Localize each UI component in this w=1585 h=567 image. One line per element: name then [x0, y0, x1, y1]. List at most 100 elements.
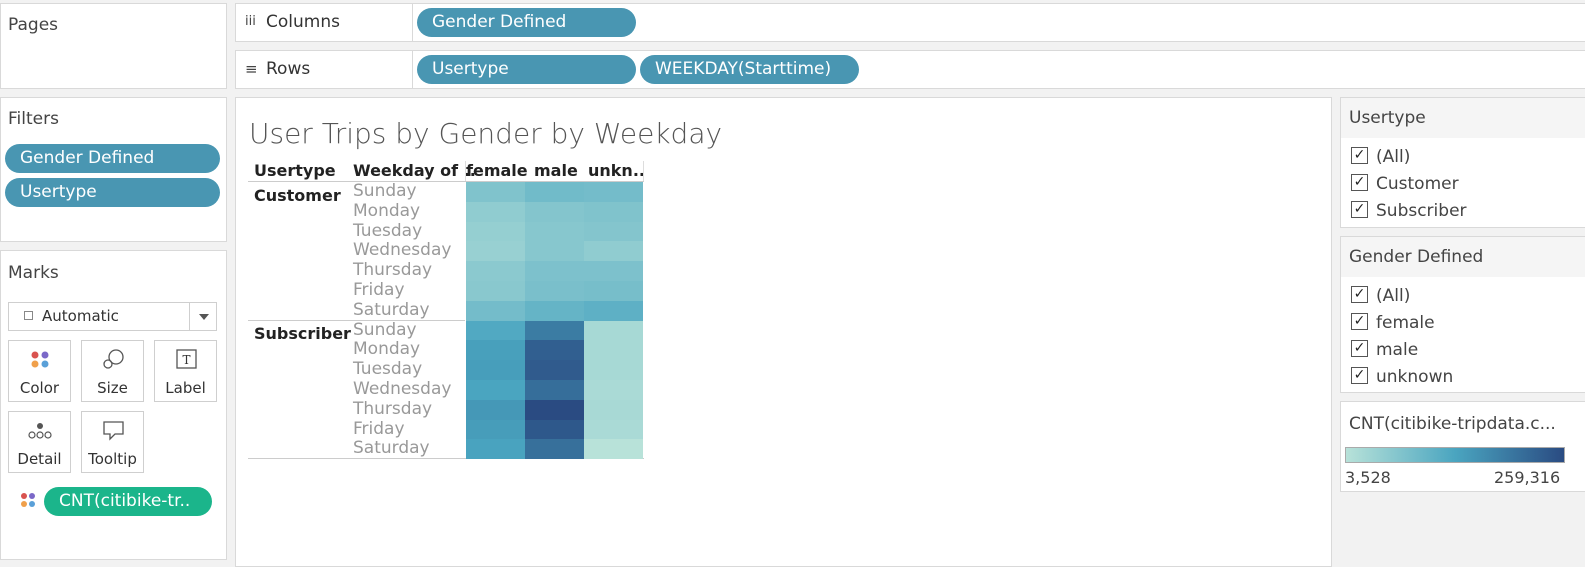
weekday-label[interactable]: Tuesday — [353, 221, 422, 241]
heatmap-cell[interactable] — [466, 300, 525, 321]
heatmap-cell[interactable] — [584, 419, 643, 440]
heatmap-cell[interactable] — [466, 221, 525, 242]
usertype-option-all[interactable]: ✓ (All) — [1351, 145, 1410, 169]
heatmap-cell[interactable] — [525, 419, 584, 440]
weekday-label[interactable]: Friday — [353, 280, 405, 300]
columns-pill-gender[interactable]: Gender Defined — [417, 8, 636, 37]
weekday-label[interactable]: Saturday — [353, 300, 430, 320]
gender-option-female[interactable]: ✓ female — [1351, 311, 1435, 335]
header-male[interactable]: male — [534, 161, 578, 180]
heatmap-cell[interactable] — [466, 320, 525, 341]
heatmap-cell[interactable] — [584, 261, 643, 282]
heatmap-cell[interactable] — [525, 439, 584, 460]
heatmap-cell[interactable] — [525, 182, 584, 202]
heatmap-cell[interactable] — [525, 261, 584, 282]
checkbox[interactable]: ✓ — [1351, 312, 1368, 330]
gender-option-male[interactable]: ✓ male — [1351, 338, 1418, 362]
header-unknown[interactable]: unkn.. — [588, 161, 645, 180]
usertype-filter-card[interactable]: Usertype ✓ (All) ✓ Customer ✓ Subscriber — [1340, 97, 1585, 228]
heatmap-cell[interactable] — [466, 360, 525, 381]
rows-pill-weekday[interactable]: WEEKDAY(Starttime) — [640, 55, 859, 84]
gender-filter-card[interactable]: Gender Defined ✓ (All) ✓ female ✓ male ✓ unk… — [1340, 236, 1585, 393]
heatmap-cell[interactable] — [584, 182, 643, 202]
heatmap-cell[interactable] — [466, 241, 525, 262]
filter-pill-usertype[interactable]: Usertype — [5, 178, 220, 207]
gender-option-unknown[interactable]: ✓ unknown — [1351, 365, 1453, 389]
heatmap-cell[interactable] — [584, 201, 643, 222]
heatmap-cell[interactable] — [584, 300, 643, 321]
weekday-label[interactable]: Wednesday — [353, 379, 451, 399]
heatmap-cell[interactable] — [525, 201, 584, 222]
weekday-label[interactable]: Sunday — [353, 320, 417, 340]
heatmap-cell[interactable] — [584, 380, 643, 400]
weekday-label[interactable]: Tuesday — [353, 359, 422, 379]
header-weekday[interactable]: Weekday of .. — [353, 161, 476, 180]
rows-pill-usertype[interactable]: Usertype — [417, 55, 636, 84]
heatmap-cell[interactable] — [466, 380, 525, 400]
usertype-customer[interactable]: Customer — [254, 186, 341, 205]
option-label: female — [1376, 313, 1435, 333]
heatmap-cell[interactable] — [584, 360, 643, 381]
checkbox[interactable]: ✓ — [1351, 146, 1368, 164]
heatmap-cell[interactable] — [584, 221, 643, 242]
weekday-label[interactable]: Friday — [353, 419, 405, 439]
heatmap-cell[interactable] — [525, 360, 584, 381]
heatmap-cell[interactable] — [466, 399, 525, 420]
tooltip-button[interactable]: Tooltip — [81, 411, 144, 473]
filter-pill-gender[interactable]: Gender Defined — [5, 144, 220, 173]
mark-type-select[interactable]: Automatic — [8, 302, 217, 331]
usertype-option-subscriber[interactable]: ✓ Subscriber — [1351, 199, 1467, 223]
weekday-label[interactable]: Thursday — [353, 399, 432, 419]
heatmap-cell[interactable] — [466, 419, 525, 440]
usertype-subscriber[interactable]: Subscriber — [254, 324, 351, 343]
checkbox[interactable]: ✓ — [1351, 339, 1368, 357]
weekday-label[interactable]: Monday — [353, 201, 420, 221]
color-legend-title: CNT(citibike-tripdata.c... — [1349, 414, 1556, 434]
rows-shelf[interactable]: ≡ Rows Usertype WEEKDAY(Starttime) — [235, 50, 1585, 89]
heatmap-cell[interactable] — [466, 182, 525, 202]
filters-panel[interactable]: Filters Gender Defined Usertype — [0, 97, 227, 242]
chevron-down-icon[interactable] — [199, 314, 209, 320]
heatmap-cell[interactable] — [466, 201, 525, 222]
weekday-label[interactable]: Sunday — [353, 181, 417, 201]
header-female[interactable]: female — [466, 161, 528, 180]
heatmap-cell[interactable] — [584, 281, 643, 301]
heatmap-cell[interactable] — [584, 439, 643, 460]
checkbox[interactable]: ✓ — [1351, 285, 1368, 303]
measure-pill[interactable]: CNT(citibike-tr.. — [44, 487, 212, 516]
gender-option-all[interactable]: ✓ (All) — [1351, 284, 1410, 308]
heatmap-cell[interactable] — [525, 300, 584, 321]
heatmap-cell[interactable] — [584, 399, 643, 420]
heatmap-cell[interactable] — [584, 320, 643, 341]
checkbox[interactable]: ✓ — [1351, 200, 1368, 218]
detail-button[interactable]: Detail — [8, 411, 71, 473]
checkbox[interactable]: ✓ — [1351, 366, 1368, 384]
color-legend-card[interactable]: CNT(citibike-tripdata.c... 3,528 259,316 — [1340, 401, 1585, 492]
weekday-label[interactable]: Saturday — [353, 438, 430, 458]
heatmap-cell[interactable] — [466, 261, 525, 282]
usertype-option-customer[interactable]: ✓ Customer — [1351, 172, 1459, 196]
heatmap-cell[interactable] — [584, 340, 643, 361]
weekday-label[interactable]: Monday — [353, 339, 420, 359]
heatmap-cell[interactable] — [525, 340, 584, 361]
size-button[interactable]: Size — [81, 340, 144, 402]
color-button[interactable]: Color — [8, 340, 71, 402]
weekday-label[interactable]: Thursday — [353, 260, 432, 280]
columns-shelf[interactable]: iii Columns Gender Defined — [235, 3, 1585, 42]
heatmap-cell[interactable] — [525, 399, 584, 420]
heatmap-cell[interactable] — [525, 320, 584, 341]
heatmap-cell[interactable] — [525, 281, 584, 301]
pages-panel[interactable]: Pages — [0, 3, 227, 89]
header-usertype[interactable]: Usertype — [254, 161, 336, 180]
heatmap-cell[interactable] — [525, 380, 584, 400]
label-button[interactable]: T Label — [154, 340, 217, 402]
heatmap-cell[interactable] — [584, 241, 643, 262]
heatmap-cell[interactable] — [466, 439, 525, 460]
marks-panel[interactable]: Marks Automatic Color Size T Label Detai… — [0, 250, 227, 560]
heatmap-cell[interactable] — [466, 340, 525, 361]
heatmap-cell[interactable] — [466, 281, 525, 301]
heatmap-cell[interactable] — [525, 241, 584, 262]
heatmap-cell[interactable] — [525, 221, 584, 242]
weekday-label[interactable]: Wednesday — [353, 240, 451, 260]
checkbox[interactable]: ✓ — [1351, 173, 1368, 191]
